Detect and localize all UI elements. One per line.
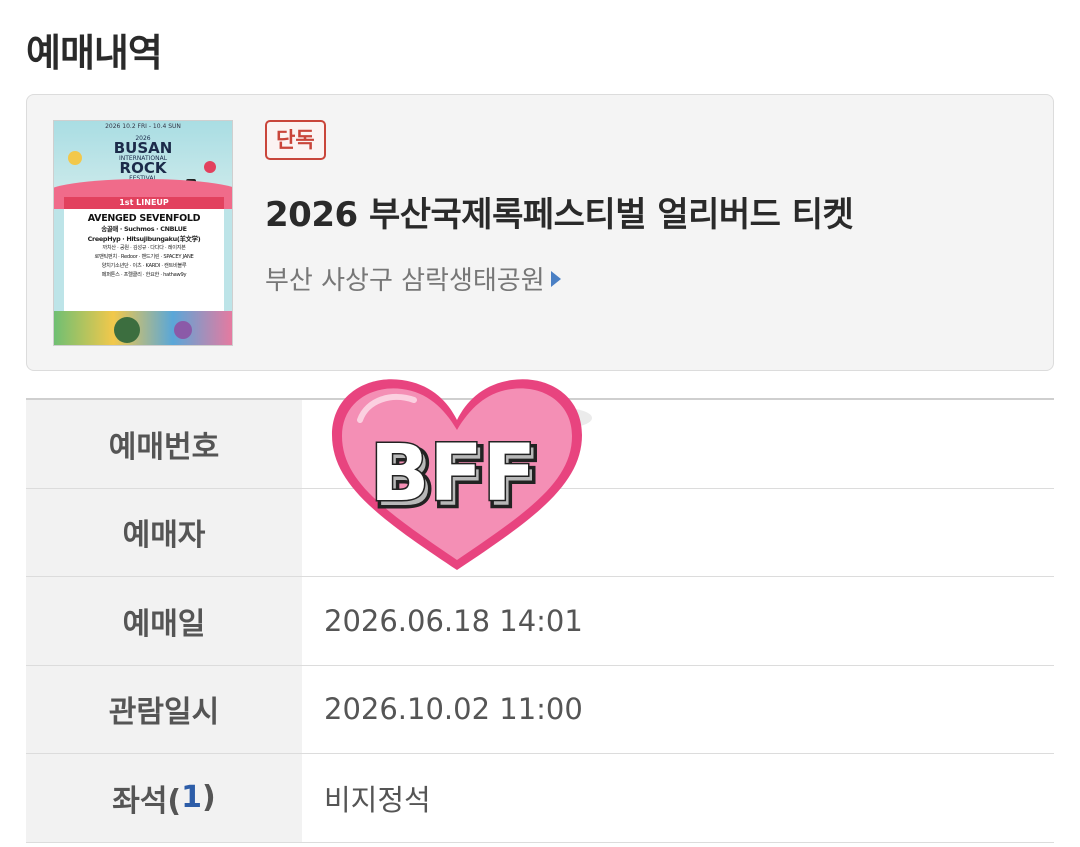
table-row: 좌석(1) 비지정석 [26, 754, 1054, 843]
page-title: 예매내역 [26, 31, 163, 75]
play-arrow-icon [550, 271, 561, 287]
venue-link[interactable]: 부산 사상구 삼락생태공원 [265, 260, 561, 297]
poster-lineup-line: CreepHyp · Hitsujibungaku(羊文学) [87, 235, 201, 243]
poster-lineup-line: 송골매 · Suchmos · CNBLUE [101, 225, 187, 233]
row-label: 예매일 [26, 577, 302, 665]
event-poster-image[interactable]: 2026 10.2 FRI - 10.4 SUN 2026 BUSAN INTE… [53, 120, 233, 346]
table-row: 예매일 2026.06.18 14:01 [26, 577, 1054, 666]
table-row: 관람일시 2026.10.02 11:00 [26, 665, 1054, 754]
poster-date-line: 2026 10.2 FRI - 10.4 SUN [105, 123, 181, 130]
poster-headliner: AVENGED SEVENFOLD [87, 213, 201, 224]
row-value: 2026.10.02 11:00 [324, 692, 583, 727]
exclusive-badge: 단독 [265, 120, 326, 160]
event-title[interactable]: 2026 부산국제록페스티벌 얼리버드 티켓 [265, 187, 854, 236]
venue-label: 부산 사상구 삼락생태공원 [265, 266, 545, 296]
bff-heart-sticker: BFF BFF [332, 379, 592, 570]
poster-lineup-line: 페퍼톤스 · 프렐클리 · 한요한 · hathaw9y [101, 272, 187, 278]
row-label: 관람일시 [26, 665, 302, 753]
poster-lineup-line: 로맨틱펀치 · Redoor · 밴드기린 · SPACEY JANE [94, 254, 194, 260]
poster-lineup-box: AVENGED SEVENFOLD 송골매 · Suchmos · CNBLUE… [64, 209, 224, 311]
poster-decoration [174, 321, 192, 339]
poster-lineup-line: 까치산 · 공원 · 김성규 · 다다다 · 레이지본 [102, 245, 186, 251]
row-value: 비지정석 [324, 782, 431, 817]
poster-decoration [114, 317, 140, 343]
row-value: 2026.06.18 14:01 [324, 603, 583, 638]
row-label: 좌석(1) [26, 754, 302, 842]
poster-lineup-label: 1st LINEUP [64, 197, 224, 209]
ticket-card[interactable]: 2026 10.2 FRI - 10.4 SUN 2026 BUSAN INTE… [26, 94, 1054, 371]
row-label: 예매자 [26, 488, 302, 576]
seat-count: 1 [181, 780, 203, 816]
poster-decoration [68, 151, 82, 165]
poster-decoration [204, 161, 216, 173]
poster-lineup-line: 양치기소년단 · 이츠 · KARDI · 캔트비블루 [101, 263, 187, 269]
sticker-text-fill: BFF [370, 429, 536, 519]
row-label: 예매번호 [26, 400, 302, 488]
poster-ground [54, 311, 232, 345]
